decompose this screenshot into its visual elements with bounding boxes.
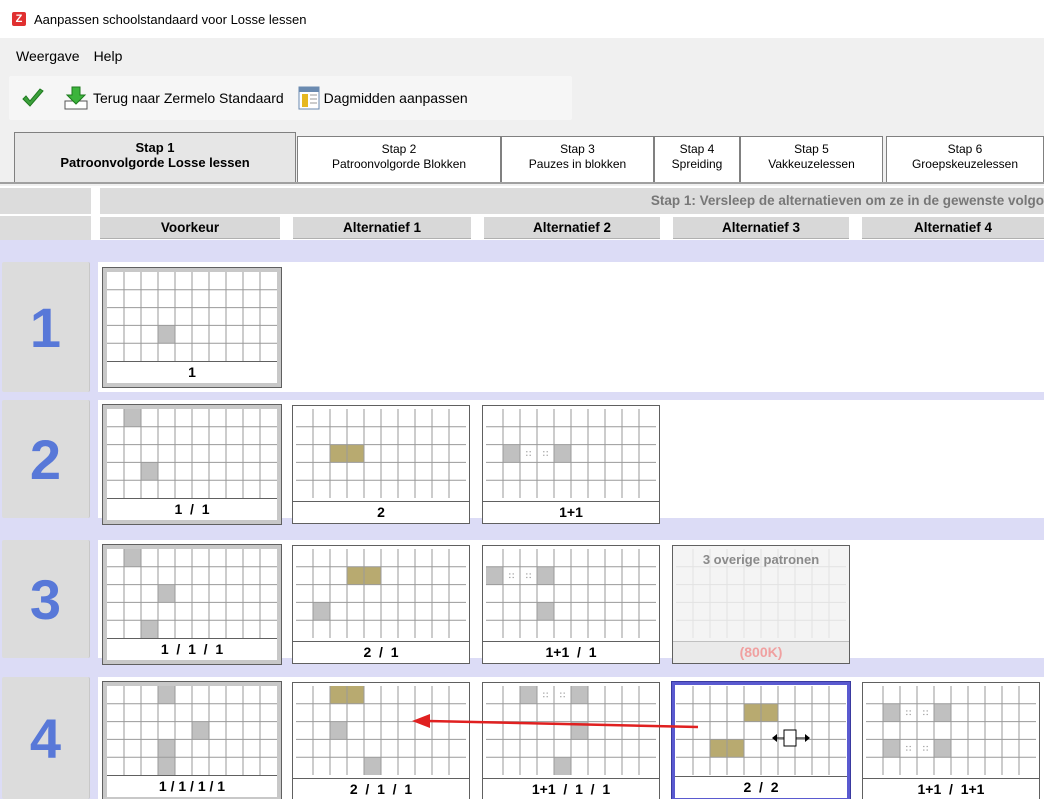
move-cursor-icon <box>772 729 810 747</box>
drag-arrow-line <box>427 719 699 729</box>
drag-arrow-head-icon <box>412 714 430 728</box>
drag-overlay <box>412 714 810 747</box>
